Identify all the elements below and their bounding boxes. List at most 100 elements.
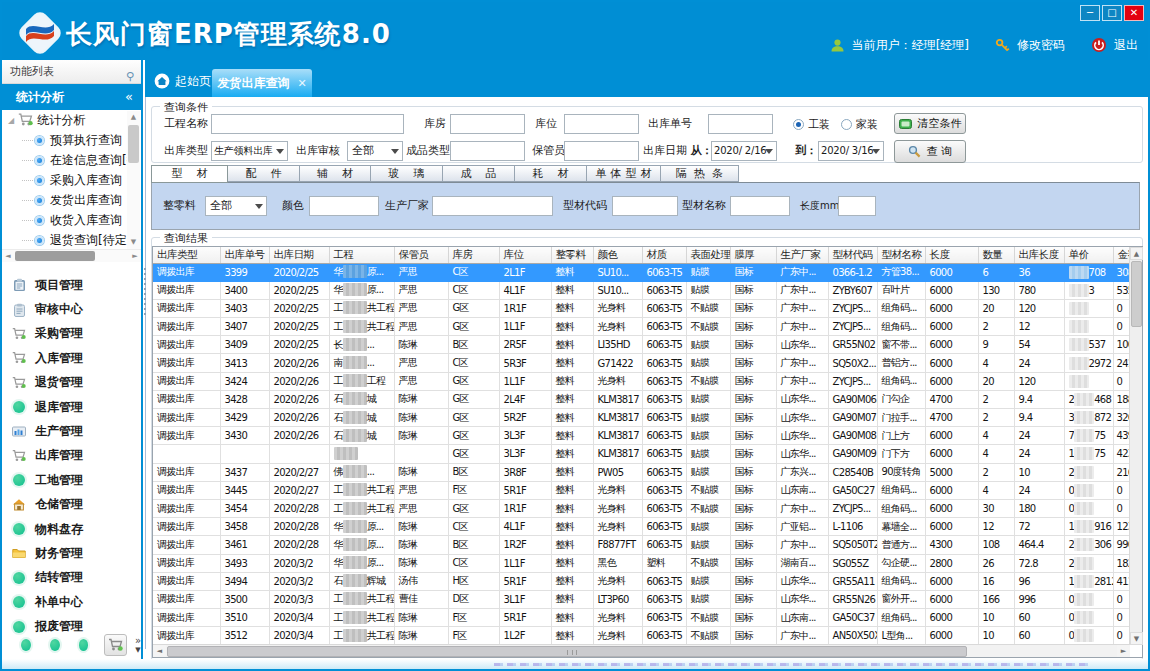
sidebar-item-补单中心[interactable]: 补单中心: [2, 590, 141, 614]
tree-item[interactable]: 发货出库查询: [2, 190, 141, 210]
column-header[interactable]: 出库单号: [220, 247, 269, 263]
minimize-button[interactable]: ─: [1080, 5, 1100, 21]
material-tab-单体型材[interactable]: 单体型材: [587, 165, 661, 182]
column-header[interactable]: 整零料: [551, 247, 593, 263]
order-no-input[interactable]: [708, 114, 773, 134]
table-row[interactable]: 调拨出库34302020/2/26石城陈琳G区3L3F整料KLM38176063…: [153, 427, 1137, 445]
module-dot-icon[interactable]: [79, 639, 89, 651]
table-row[interactable]: 调拨出库33992020/2/25华原...严思C区2L1F整料SU10...6…: [153, 263, 1137, 281]
out-type-select[interactable]: 生产领料出库: [211, 141, 288, 161]
column-header[interactable]: 颜色: [593, 247, 642, 263]
column-header[interactable]: 材质: [642, 247, 686, 263]
scroll-left-icon[interactable]: ◄: [2, 250, 14, 262]
audit-select[interactable]: 全部: [347, 141, 403, 161]
table-row[interactable]: 调拨出库34582020/2/28华原...陈琳C区4L1F整料光身料6063-…: [153, 518, 1137, 536]
material-tab-型材[interactable]: 型材: [151, 165, 228, 183]
table-row[interactable]: 调拨出库34612020/2/28华原...陈琳B区1R2F整料F8877FT6…: [153, 536, 1137, 554]
date-to-picker[interactable]: 2020/ 3/16: [818, 141, 884, 161]
name-input[interactable]: [730, 196, 790, 216]
tab-home[interactable]: 起始页: [154, 70, 211, 92]
sidebar-item-出库管理[interactable]: 出库管理: [2, 444, 141, 468]
sidebar-item-退货管理[interactable]: 退货管理: [2, 371, 141, 395]
scroll-down-icon[interactable]: ▼: [1130, 632, 1143, 645]
logout-button[interactable]: 退出: [1114, 37, 1138, 54]
table-row[interactable]: 调拨出库34282020/2/26石城陈琳G区2L4F整料KLM38176063…: [153, 390, 1137, 408]
sidebar-item-入库管理[interactable]: 入库管理: [2, 346, 141, 370]
sidebar-panel-header[interactable]: 统计分析 «: [2, 84, 141, 110]
grid-horizontal-scrollbar[interactable]: ◄ ►: [153, 644, 1130, 657]
column-header[interactable]: 表面处理: [686, 247, 730, 263]
column-header[interactable]: 库房: [448, 247, 499, 263]
table-row[interactable]: 调拨出库34002020/2/25华原...严思C区4L1F整料SU10...6…: [153, 281, 1137, 299]
sidebar-item-生产管理[interactable]: 生产管理: [2, 419, 141, 443]
location-input[interactable]: [564, 114, 639, 134]
sidebar-item-项目管理[interactable]: 项目管理: [2, 273, 141, 297]
material-tab-玻璃[interactable]: 玻璃: [371, 165, 443, 182]
material-tab-隔热条[interactable]: 隔热条: [661, 165, 739, 182]
tree-expander-icon[interactable]: ◢: [8, 116, 14, 125]
table-row[interactable]: 调拨出库34072020/2/25工共工程严思G区1L1F整料光身料6063-T…: [153, 318, 1137, 336]
column-header[interactable]: 单价: [1064, 247, 1113, 263]
tree-item[interactable]: 采购入库查询: [2, 170, 141, 190]
module-dot-icon[interactable]: [21, 639, 31, 651]
column-header[interactable]: 生产厂家: [776, 247, 828, 263]
material-tab-配件[interactable]: 配件: [228, 165, 300, 182]
table-row[interactable]: 调拨出库35122020/3/4工共工程陈琳F区1L2F整料光身料6063-T5…: [153, 627, 1137, 645]
table-row[interactable]: G区3L3F整料KLM38176063-T5贴膜国标山东华...GA90M09.…: [153, 445, 1137, 463]
length-input[interactable]: [838, 196, 876, 216]
change-password-button[interactable]: 修改密码: [1017, 37, 1065, 54]
column-header[interactable]: 型材名称: [877, 247, 925, 263]
search-button[interactable]: 查 询: [894, 140, 966, 163]
column-header[interactable]: 出库长度: [1014, 247, 1064, 263]
code-input[interactable]: [612, 196, 678, 216]
keeper-input[interactable]: [564, 141, 639, 161]
grid-vertical-scrollbar[interactable]: ▲ ▼: [1129, 247, 1142, 645]
date-from-picker[interactable]: 2020/ 2/16: [711, 141, 777, 161]
tree-item[interactable]: 收货入库查询: [2, 210, 141, 230]
tree-vertical-scrollbar[interactable]: ▲ ▼: [127, 111, 140, 249]
radio-gongzhuang[interactable]: 工装: [793, 114, 830, 134]
hscroll-thumb[interactable]: [167, 646, 967, 657]
radio-jiazhuang[interactable]: 家装: [841, 114, 878, 134]
sidebar-item-采购管理[interactable]: 采购管理: [2, 322, 141, 346]
column-header[interactable]: 数量: [978, 247, 1014, 263]
tree-item[interactable]: 退货查询[待定]: [2, 230, 141, 250]
tree-item[interactable]: 在途信息查询[待: [2, 150, 141, 170]
sidebar-item-仓储管理[interactable]: 仓储管理: [2, 493, 141, 517]
table-row[interactable]: 调拨出库34452020/2/27工共工程严思F区5R1F整料光身料6063-T…: [153, 481, 1137, 499]
tree-root-statistics[interactable]: ◢统计分析: [2, 110, 141, 130]
collapse-icon[interactable]: «: [125, 84, 133, 110]
scroll-up-icon[interactable]: ▲: [127, 111, 140, 124]
table-row[interactable]: 调拨出库34372020/2/27佛...陈琳B区3R8F整料PW056063-…: [153, 463, 1137, 481]
module-dot-icon[interactable]: [50, 639, 60, 651]
scroll-down-icon[interactable]: ▼: [127, 236, 140, 249]
color-input[interactable]: [309, 196, 379, 216]
table-row[interactable]: 调拨出库34032020/2/25工共工程严思G区1R1F整料光身料6063-T…: [153, 299, 1137, 317]
table-row[interactable]: 调拨出库34542020/2/28工共工程严思G区1R1F整料光身料6063-T…: [153, 499, 1137, 517]
sidebar-item-财务管理[interactable]: 财务管理: [2, 541, 141, 565]
whole-select[interactable]: 全部: [205, 196, 267, 216]
tree-item[interactable]: 预算执行查询: [2, 130, 141, 150]
sidebar-item-物料盘存[interactable]: 物料盘存: [2, 517, 141, 541]
scroll-right-icon[interactable]: ►: [1117, 645, 1130, 657]
column-header[interactable]: 膜厚: [730, 247, 776, 263]
table-row[interactable]: 调拨出库34132020/2/26南...严思C区5R3F整料G71422606…: [153, 354, 1137, 372]
splitter-grip[interactable]: [144, 267, 146, 315]
scroll-right-icon[interactable]: ►: [129, 250, 141, 262]
material-tab-成品[interactable]: 成品: [443, 165, 515, 182]
column-header[interactable]: 工程: [329, 247, 394, 263]
sidebar-item-工地管理[interactable]: 工地管理: [2, 468, 141, 492]
chevron-more-icon[interactable]: »▼: [135, 637, 141, 654]
column-header[interactable]: 型材代码: [828, 247, 877, 263]
column-header[interactable]: 库位: [499, 247, 551, 263]
tree-horizontal-scrollbar[interactable]: ◄ ►: [2, 249, 141, 262]
column-header[interactable]: 保管员: [394, 247, 448, 263]
vscroll-thumb[interactable]: [1131, 261, 1142, 327]
tab-shipment-query[interactable]: 发货出库查询✕: [212, 69, 312, 97]
scroll-up-icon[interactable]: ▲: [1130, 247, 1143, 260]
column-header[interactable]: 长度: [925, 247, 978, 263]
table-row[interactable]: 调拨出库34942020/3/2石辉城汤伟H区5R1F整料光身料6063-T5贴…: [153, 572, 1137, 590]
close-button[interactable]: ✕: [1124, 5, 1144, 21]
material-tab-辅材[interactable]: 辅材: [300, 165, 371, 182]
tab-close-icon[interactable]: ✕: [297, 77, 306, 90]
